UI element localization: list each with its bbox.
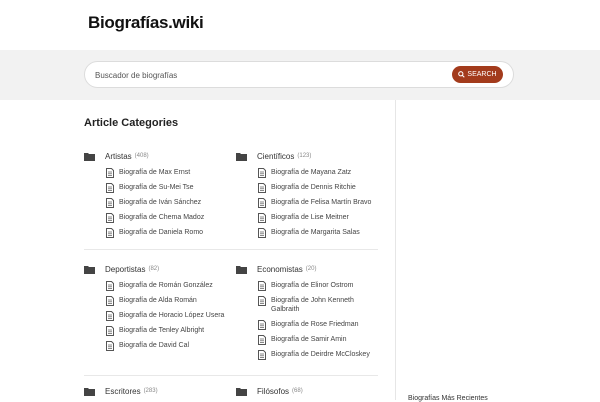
category-count: (20) (305, 266, 317, 272)
list-item[interactable]: Biografía de Su-Mei Tse (106, 183, 229, 198)
document-icon (106, 281, 114, 291)
list-item[interactable]: Biografía de Horacio López Usera (106, 311, 229, 326)
folder-icon (236, 152, 247, 161)
list-item[interactable]: Biografía de Rose Friedman (258, 320, 381, 335)
category-name: Científicos (257, 151, 295, 161)
list-item[interactable]: Biografía de Felisa Martín Bravo (258, 198, 381, 213)
document-icon (106, 213, 114, 223)
document-icon (258, 213, 266, 223)
document-icon (106, 228, 114, 238)
list-item[interactable]: Biografía de Elinor Ostrom (258, 281, 381, 296)
site-logo[interactable]: Biografías.wiki (88, 13, 204, 33)
divider (84, 249, 378, 250)
folder-icon (84, 265, 95, 274)
search-box: SEARCH (84, 61, 514, 88)
search-input[interactable] (95, 67, 435, 83)
search-icon (458, 71, 466, 78)
document-icon (258, 228, 266, 238)
document-icon (258, 320, 266, 330)
list-item[interactable]: Biografía de Max Ernst (106, 168, 229, 183)
category-block: Científicos (123) Biografía de Mayana Za… (236, 150, 381, 243)
document-icon (106, 183, 114, 193)
category-count: (68) (292, 388, 303, 394)
search-band: SEARCH (0, 50, 600, 100)
recent-biographies-title: Biografías Más Recientes (408, 395, 488, 402)
document-icon (106, 296, 114, 306)
category-header[interactable]: Deportistas (82) (84, 263, 229, 275)
document-icon (106, 311, 114, 321)
category-name: Economistas (257, 264, 303, 274)
category-block: Deportistas (82) Biografía de Román Gonz… (84, 263, 229, 356)
category-count: (283) (143, 388, 158, 394)
document-icon (106, 341, 114, 351)
list-item[interactable]: Biografía de Román González (106, 281, 229, 296)
category-block: Filósofos (68) (236, 385, 381, 397)
category-name: Filósofos (257, 386, 290, 396)
document-icon (258, 281, 266, 291)
folder-icon (236, 387, 247, 396)
category-header[interactable]: Filósofos (68) (236, 385, 381, 397)
category-header[interactable]: Economistas (20) (236, 263, 381, 275)
document-icon (258, 198, 266, 208)
search-button[interactable]: SEARCH (452, 66, 503, 83)
section-title: Article Categories (84, 117, 179, 129)
list-item[interactable]: Biografía de Samir Amin (258, 335, 381, 350)
list-item[interactable]: Biografía de Alda Román (106, 296, 229, 311)
search-button-label: SEARCH (467, 71, 497, 78)
category-name: Artistas (105, 151, 132, 161)
document-icon (258, 350, 266, 360)
category-block: Economistas (20) Biografía de Elinor Ost… (236, 263, 381, 365)
folder-icon (84, 387, 95, 396)
category-count: (82) (148, 266, 160, 272)
list-item[interactable]: Biografía de Margarita Salas (258, 228, 381, 243)
list-item[interactable]: Biografía de Chema Madoz (106, 213, 229, 228)
list-item[interactable]: Biografía de David Cal (106, 341, 229, 356)
document-icon (258, 335, 266, 345)
list-item[interactable]: Biografía de Tenley Albright (106, 326, 229, 341)
folder-icon (84, 152, 95, 161)
document-icon (106, 198, 114, 208)
list-item[interactable]: Biografía de Lise Meitner (258, 213, 381, 228)
list-item[interactable]: Biografía de Mayana Zatz (258, 168, 381, 183)
category-count: (123) (297, 153, 312, 159)
list-item[interactable]: Biografía de John Kenneth Galbraith (258, 296, 381, 320)
category-block: Escritores (283) (84, 385, 229, 397)
list-item[interactable]: Biografía de Dennis Ritchie (258, 183, 381, 198)
sidebar: Biografías Más Recientes (395, 100, 600, 402)
category-block: Artistas (408) Biografía de Max Ernst Bi… (84, 150, 229, 243)
list-item[interactable]: Biografía de Iván Sánchez (106, 198, 229, 213)
category-name: Deportistas (105, 264, 146, 274)
category-header[interactable]: Artistas (408) (84, 150, 229, 162)
list-item[interactable]: Biografía de Daniela Romo (106, 228, 229, 243)
category-count: (408) (134, 153, 149, 159)
folder-icon (236, 265, 247, 274)
document-icon (106, 326, 114, 336)
document-icon (258, 296, 266, 306)
document-icon (258, 168, 266, 178)
document-icon (258, 183, 266, 193)
document-icon (106, 168, 114, 178)
list-item[interactable]: Biografía de Deirdre McCloskey (258, 350, 381, 365)
site-header: Biografías.wiki (0, 0, 600, 50)
category-header[interactable]: Escritores (283) (84, 385, 229, 397)
divider (84, 375, 378, 376)
category-header[interactable]: Científicos (123) (236, 150, 381, 162)
main-area: Article Categories Artistas (408) Biogra… (0, 100, 600, 402)
category-name: Escritores (105, 386, 141, 396)
